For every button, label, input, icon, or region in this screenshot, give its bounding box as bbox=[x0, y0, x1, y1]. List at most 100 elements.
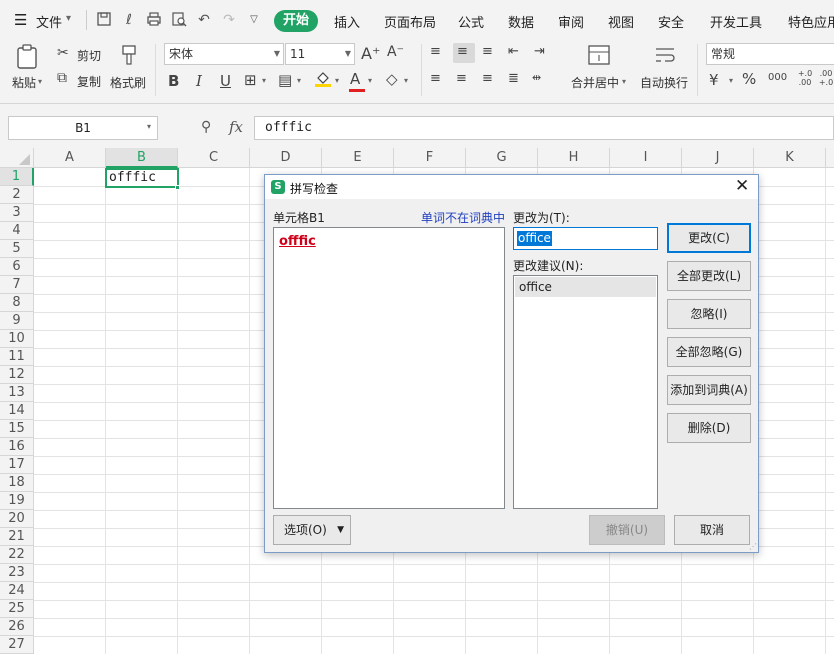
italic-button[interactable]: I bbox=[196, 72, 202, 90]
row-header-3[interactable]: 3 bbox=[0, 204, 34, 222]
suggestion-item[interactable]: office bbox=[515, 277, 656, 297]
wrap-text-button[interactable]: 自动换行 bbox=[640, 74, 688, 91]
align-left-icon[interactable]: ≡ bbox=[430, 71, 441, 86]
distributed-icon[interactable]: ⇹ bbox=[532, 71, 541, 84]
formula-input[interactable]: offfic bbox=[254, 116, 834, 140]
row-header-19[interactable]: 19 bbox=[0, 492, 34, 510]
merge-center-icon[interactable] bbox=[586, 44, 612, 70]
column-header-g[interactable]: G bbox=[466, 148, 538, 168]
save-icon[interactable] bbox=[95, 11, 113, 29]
borders-icon[interactable]: ⊞ bbox=[244, 71, 257, 89]
row-header-10[interactable]: 10 bbox=[0, 330, 34, 348]
currency-icon[interactable]: ¥ bbox=[709, 71, 719, 89]
cut-button[interactable]: 剪切 bbox=[77, 47, 101, 64]
suggestions-list[interactable]: office bbox=[513, 275, 658, 509]
chevron-down-icon[interactable]: ▾ bbox=[297, 76, 301, 85]
tab-security[interactable]: 安全 bbox=[658, 12, 684, 31]
increase-decimal-button[interactable]: +.0 .00 bbox=[795, 69, 815, 87]
fill-color-icon[interactable] bbox=[313, 69, 333, 93]
font-name-select[interactable]: 宋体 ▼ bbox=[164, 43, 284, 65]
row-header-22[interactable]: 22 bbox=[0, 546, 34, 564]
column-header-b[interactable]: B bbox=[106, 148, 178, 168]
paste-dropdown-icon[interactable]: ▾ bbox=[38, 77, 42, 86]
chevron-down-icon[interactable]: ▾ bbox=[368, 76, 372, 85]
tab-review[interactable]: 审阅 bbox=[558, 12, 584, 31]
undo-button[interactable]: 撤销(U) bbox=[589, 515, 665, 545]
chevron-down-icon[interactable]: ▾ bbox=[622, 77, 626, 86]
undo-icon[interactable]: ↶ bbox=[195, 11, 213, 29]
row-header-23[interactable]: 23 bbox=[0, 564, 34, 582]
tab-formulas[interactable]: 公式 bbox=[458, 12, 484, 31]
paste-icon[interactable] bbox=[14, 44, 40, 72]
ignore-all-button[interactable]: 全部忽略(G) bbox=[667, 337, 751, 367]
chevron-down-icon[interactable]: ▾ bbox=[66, 13, 71, 24]
decrease-decimal-button[interactable]: .00 +.0 bbox=[818, 69, 834, 87]
align-top-icon[interactable]: ≡ bbox=[430, 44, 441, 59]
row-header-11[interactable]: 11 bbox=[0, 348, 34, 366]
format-brush-icon[interactable]: ℓ bbox=[120, 11, 138, 29]
dialog-title-bar[interactable]: S 拼写检查 ✕ bbox=[265, 175, 758, 199]
row-header-16[interactable]: 16 bbox=[0, 438, 34, 456]
font-size-select[interactable]: 11 ▼ bbox=[285, 43, 355, 65]
column-header-k[interactable]: K bbox=[754, 148, 826, 168]
column-header-e[interactable]: E bbox=[322, 148, 394, 168]
row-header-7[interactable]: 7 bbox=[0, 276, 34, 294]
fx-button[interactable]: fx bbox=[229, 118, 243, 136]
fill-handle[interactable] bbox=[175, 185, 180, 190]
close-icon[interactable]: ✕ bbox=[735, 176, 749, 196]
row-header-2[interactable]: 2 bbox=[0, 186, 34, 204]
format-painter-button[interactable]: 格式刷 bbox=[110, 74, 146, 91]
row-header-26[interactable]: 26 bbox=[0, 618, 34, 636]
wrap-text-icon[interactable] bbox=[652, 44, 678, 70]
decrease-font-icon[interactable]: A⁻ bbox=[387, 44, 404, 60]
chevron-down-icon[interactable]: ▾ bbox=[404, 76, 408, 85]
format-painter-icon[interactable] bbox=[118, 44, 140, 70]
quick-access-dropdown-icon[interactable]: ▽ bbox=[245, 11, 263, 29]
redo-icon[interactable]: ↷ bbox=[220, 11, 238, 29]
change-all-button[interactable]: 全部更改(L) bbox=[667, 261, 751, 291]
cancel-button[interactable]: 取消 bbox=[674, 515, 750, 545]
column-header-d[interactable]: D bbox=[250, 148, 322, 168]
row-header-17[interactable]: 17 bbox=[0, 456, 34, 474]
row-header-15[interactable]: 15 bbox=[0, 420, 34, 438]
zoom-icon[interactable]: ⚲ bbox=[201, 119, 211, 135]
chevron-down-icon[interactable]: ▾ bbox=[147, 122, 151, 131]
column-header-a[interactable]: A bbox=[34, 148, 106, 168]
column-header-j[interactable]: J bbox=[682, 148, 754, 168]
change-button[interactable]: 更改(C) bbox=[667, 223, 751, 253]
row-header-6[interactable]: 6 bbox=[0, 258, 34, 276]
row-header-8[interactable]: 8 bbox=[0, 294, 34, 312]
name-box[interactable]: B1 bbox=[8, 116, 158, 140]
number-format-select[interactable]: 常规 bbox=[706, 43, 834, 65]
options-button[interactable]: 选项(O) ▼ bbox=[273, 515, 351, 545]
file-menu[interactable]: 文件 bbox=[36, 12, 62, 31]
chevron-down-icon[interactable]: ▾ bbox=[335, 76, 339, 85]
select-all-corner[interactable] bbox=[0, 148, 34, 168]
row-header-27[interactable]: 27 bbox=[0, 636, 34, 654]
row-header-18[interactable]: 18 bbox=[0, 474, 34, 492]
row-header-14[interactable]: 14 bbox=[0, 402, 34, 420]
decrease-indent-icon[interactable]: ⇤ bbox=[508, 44, 519, 59]
scissors-icon[interactable]: ✂ bbox=[57, 45, 69, 61]
row-header-1[interactable]: 1 bbox=[0, 168, 34, 186]
tab-view[interactable]: 视图 bbox=[608, 12, 634, 31]
row-header-13[interactable]: 13 bbox=[0, 384, 34, 402]
percent-button[interactable]: % bbox=[742, 70, 756, 88]
cell-b1[interactable]: offfic bbox=[105, 168, 179, 188]
row-header-12[interactable]: 12 bbox=[0, 366, 34, 384]
merge-center-button[interactable]: 合并居中 bbox=[571, 74, 619, 91]
thousands-button[interactable]: 000 bbox=[768, 72, 787, 83]
print-preview-icon[interactable] bbox=[170, 11, 188, 29]
align-center-icon[interactable]: ≡ bbox=[456, 71, 467, 86]
delete-button[interactable]: 删除(D) bbox=[667, 413, 751, 443]
chevron-down-icon[interactable]: ▾ bbox=[262, 76, 266, 85]
copy-button[interactable]: 复制 bbox=[77, 73, 101, 90]
increase-indent-icon[interactable]: ⇥ bbox=[534, 44, 545, 59]
row-header-20[interactable]: 20 bbox=[0, 510, 34, 528]
print-icon[interactable] bbox=[145, 11, 163, 29]
bold-button[interactable]: B bbox=[168, 72, 179, 90]
resize-grip-icon[interactable]: ⋰ bbox=[749, 542, 757, 551]
tab-insert[interactable]: 插入 bbox=[334, 12, 360, 31]
change-to-input[interactable]: office bbox=[513, 227, 658, 250]
column-header-f[interactable]: F bbox=[394, 148, 466, 168]
